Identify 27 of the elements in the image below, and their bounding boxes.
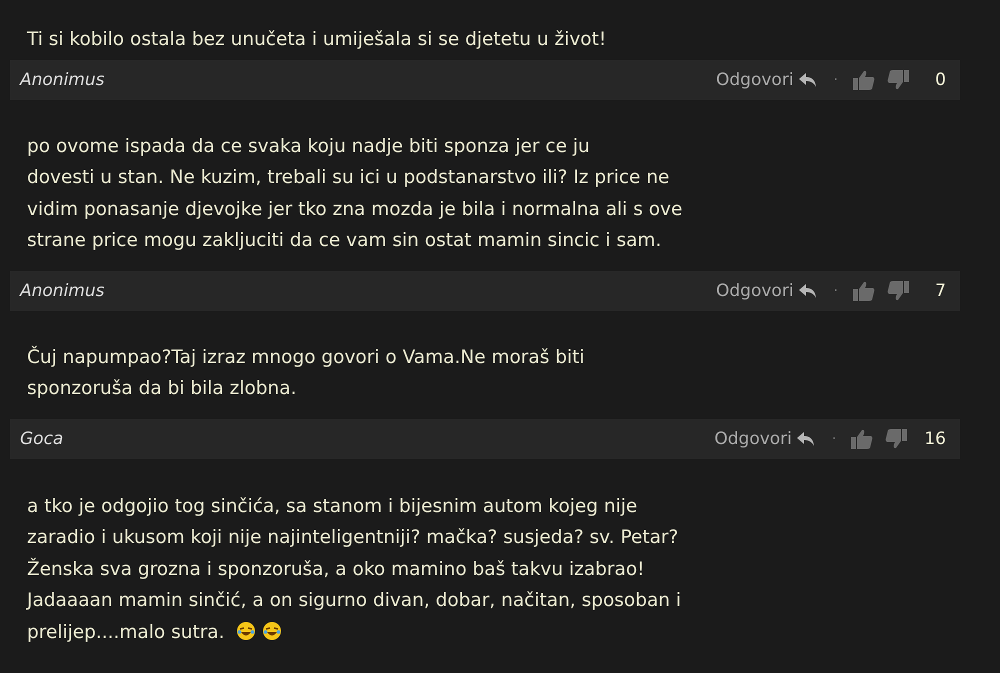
comment-text: Čuj napumpao?Taj izraz mnogo govori o Vama.Ne moraš biti sponzoruša da bi bila zlobna. (26, 344, 586, 401)
separator-dot: · (834, 72, 838, 88)
comment-text: po ovome ispada da ce svaka koju nadje biti sponza jer ce ju dovesti u stan. Ne kuzim, trebali su ici u podstanarstvo ili? Iz price ne vidim ponasanje djevojke jer tko zna mozda je bila i normalna ali s ove strane price mogu zakljuciti da ce vam sin ostat mamin sincic i sam. (26, 134, 684, 253)
thumbs-down-icon[interactable] (886, 280, 910, 302)
thumbs-up-icon[interactable] (850, 428, 874, 450)
thumbs-down-icon[interactable] (886, 68, 910, 90)
comment-text: Ti si kobilo ostala bez unučeta i umiješala si se djetetu u život! (26, 28, 608, 52)
separator-dot: · (832, 430, 836, 446)
thumbs-down-icon[interactable] (884, 428, 908, 450)
vote-count: 16 (924, 428, 946, 448)
vote-count: 0 (934, 70, 946, 90)
separator-dot: · (834, 282, 838, 298)
comment-text: a tko je odgojio tog sinčića, sa stanom i bijesnim autom kojeg nije zaradio i ukusom koji nije najinteligentniji? mačka? susjeda? sv. Petar? Ženska sva grozna i sponzoruša, a oko mamino baš takvu izabrao! Jadaaaan mamin sinčić, a on sigurno divan, dobar, načitan, sposoban i prelijep....malo sutra. (25, 494, 682, 644)
author-name: Anonimus (20, 70, 106, 90)
author-name: Anonimus (20, 280, 106, 300)
vote-count: 7 (934, 280, 946, 300)
reply-button[interactable]: Odgovori (714, 428, 816, 448)
reply-arrow-icon (796, 430, 816, 446)
reply-button[interactable]: Odgovori (716, 70, 818, 90)
thumbs-up-icon[interactable] (852, 68, 876, 90)
laughing-emoji-icon (262, 620, 282, 640)
laughing-emoji-icon (236, 620, 256, 640)
thumbs-up-icon[interactable] (852, 280, 876, 302)
reply-arrow-icon (798, 72, 818, 88)
author-name: Goca (20, 428, 64, 448)
reply-arrow-icon (798, 282, 818, 298)
reply-button[interactable]: Odgovori (716, 280, 818, 300)
